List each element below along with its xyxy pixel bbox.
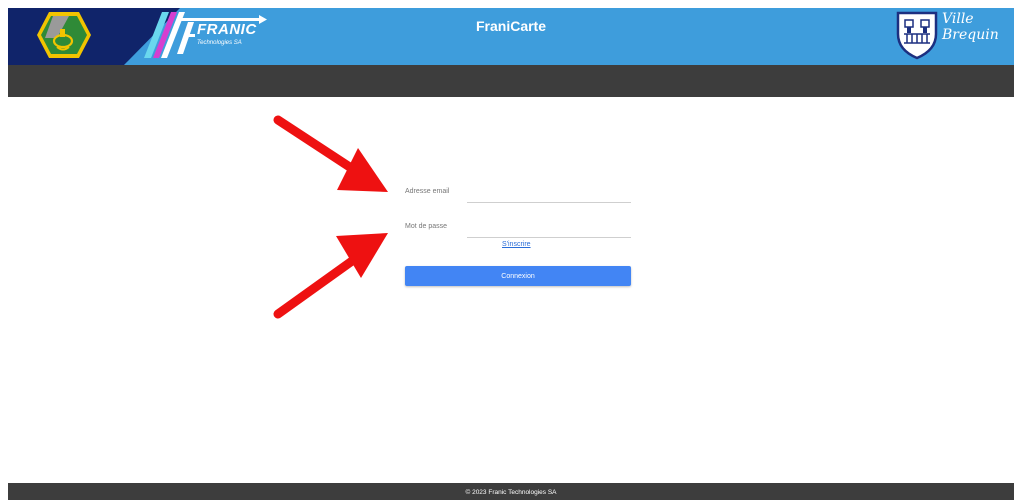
red-arrow-icon	[273, 233, 388, 319]
copyright-text: © 2023 Franic Technologies SA	[465, 489, 557, 496]
red-arrow-icon	[273, 115, 388, 192]
annotation-layer	[273, 115, 388, 319]
footer: © 2023 Franic Technologies SA	[8, 483, 1014, 500]
